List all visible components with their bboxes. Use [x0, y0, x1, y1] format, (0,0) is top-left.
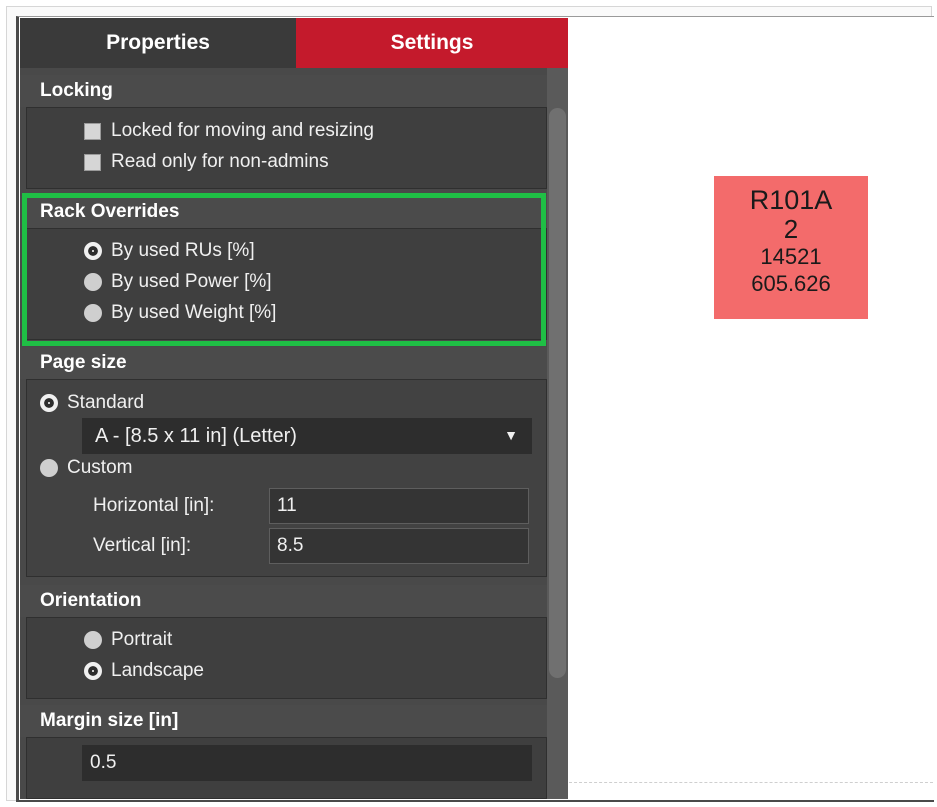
margin-size-input[interactable]: 0.5 [82, 745, 532, 781]
vertical-scrollbar[interactable] [547, 68, 568, 799]
rack-value-1: 2 [783, 214, 799, 244]
checkbox-box[interactable] [84, 122, 101, 140]
rack-value-2: 14521 [760, 244, 822, 269]
radio-custom[interactable]: Custom [40, 457, 132, 479]
tab-settings[interactable]: Settings [296, 18, 568, 68]
page-boundary [569, 782, 933, 783]
tab-bar: Properties Settings [20, 18, 568, 68]
dropdown-arrow-icon[interactable]: ▼ [504, 427, 518, 443]
radio-portrait[interactable]: Portrait [84, 629, 172, 651]
radio-landscape[interactable]: Landscape [84, 660, 204, 682]
rack-value-3: 605.626 [751, 271, 831, 296]
radio-label: Portrait [111, 629, 173, 650]
drawing-canvas[interactable] [569, 18, 933, 799]
vertical-label: Vertical [in]: [93, 535, 192, 556]
radio-label: Standard [67, 392, 145, 413]
radio-selected-icon[interactable] [40, 394, 58, 412]
scrollbar-thumb[interactable] [549, 108, 566, 678]
locking-header: Locking [20, 75, 547, 107]
orientation-header: Orientation [20, 585, 547, 617]
vertical-input[interactable]: 8.5 [269, 528, 529, 564]
select-value: A - [8.5 x 11 in] (Letter) [95, 424, 297, 447]
horizontal-input[interactable]: 11 [269, 488, 529, 524]
radio-standard[interactable]: Standard [40, 392, 144, 414]
checkbox-label: Read only for non-admins [111, 151, 329, 172]
radio-label: Landscape [111, 660, 204, 681]
read-only-checkbox[interactable]: Read only for non-admins [84, 151, 329, 173]
page-size-header: Page size [20, 347, 547, 379]
page-size-select[interactable]: A - [8.5 x 11 in] (Letter) ▼ [82, 418, 532, 454]
checkbox-label: Locked for moving and resizing [111, 120, 374, 141]
radio-icon[interactable] [84, 631, 102, 649]
locked-moving-checkbox[interactable]: Locked for moving and resizing [84, 120, 374, 142]
rack-overrides-highlight [22, 193, 546, 346]
radio-icon[interactable] [40, 459, 58, 477]
radio-label: Custom [67, 457, 133, 478]
tab-properties[interactable]: Properties [20, 18, 296, 68]
horizontal-label: Horizontal [in]: [93, 495, 215, 516]
margin-size-header: Margin size [in] [20, 705, 547, 737]
rack-name: R101A [749, 185, 833, 215]
radio-selected-icon[interactable] [84, 662, 102, 680]
rack-box[interactable]: R101A 2 14521 605.626 [714, 176, 868, 319]
checkbox-box[interactable] [84, 153, 101, 171]
